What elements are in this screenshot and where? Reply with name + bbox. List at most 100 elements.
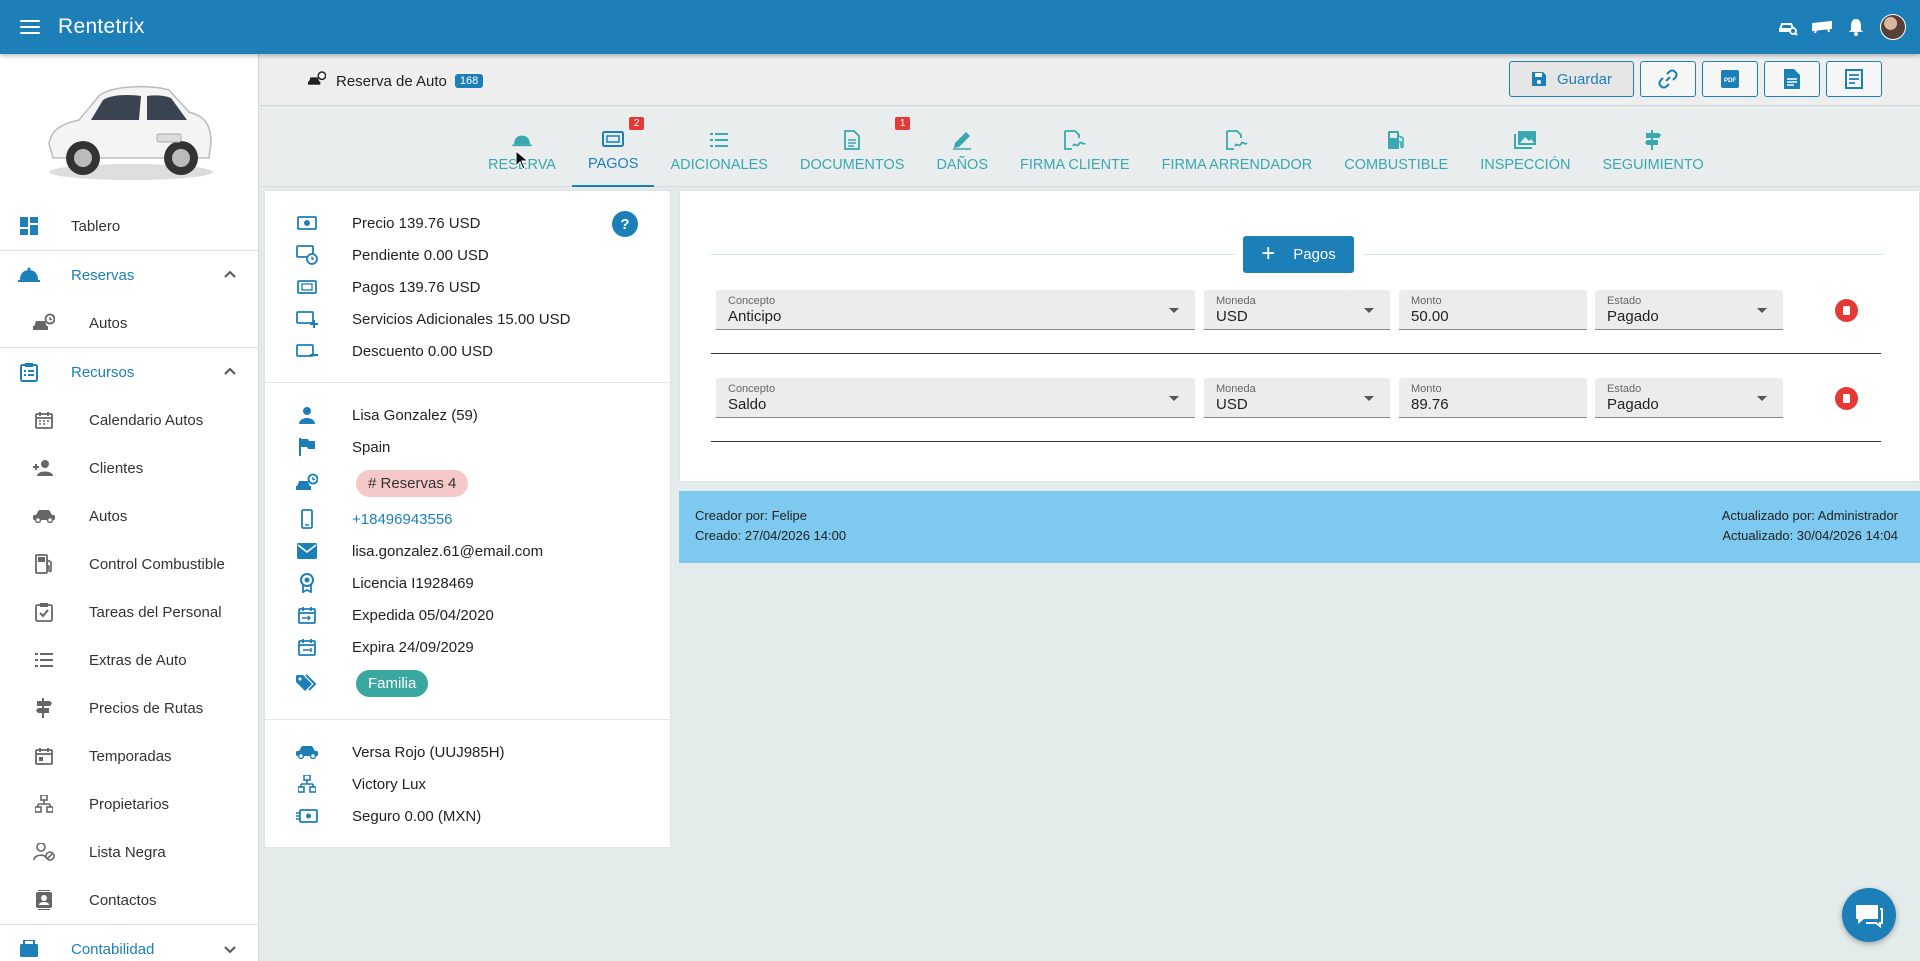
estado-select[interactable]: Estado Pagado (1595, 290, 1783, 330)
moneda-value: USD (1216, 308, 1248, 325)
document-icon (1784, 69, 1800, 89)
sidebar-item-autos-recursos[interactable]: Autos (0, 492, 258, 540)
dropdown-arrow-icon (1169, 396, 1179, 401)
sidebar-item-tablero[interactable]: Tablero (0, 202, 258, 250)
menu-icon[interactable] (20, 20, 40, 34)
sidebar-item-clientes[interactable]: Clientes (0, 444, 258, 492)
chat-button[interactable] (1842, 888, 1896, 942)
reservation-number-badge: 168 (454, 74, 484, 88)
payments-panel: + Pagos Concepto Anticipo Moneda USD Mon… (679, 190, 1920, 482)
tab-documentos[interactable]: 1 DOCUMENTOS (784, 107, 920, 187)
signpost-icon (33, 697, 55, 719)
tab-adicionales[interactable]: ADICIONALES (654, 107, 784, 187)
sidebar-item-label: Autos (89, 507, 128, 525)
pdf-icon: PDF (1721, 70, 1739, 88)
sidebar-group-recursos[interactable]: Recursos (0, 348, 258, 396)
chevron-up-icon (224, 270, 236, 278)
fuel-icon (33, 553, 55, 575)
monto-value: 89.76 (1411, 396, 1449, 413)
estado-select[interactable]: Estado Pagado (1595, 378, 1783, 418)
sidebar-group-reservas[interactable]: Reservas (0, 251, 258, 299)
plane-icon[interactable] (1812, 17, 1832, 37)
vehicle-insurance: Seguro 0.00 (MXN) (352, 807, 482, 825)
sidebar-item-label: Control Combustible (89, 555, 225, 573)
document-button[interactable] (1764, 61, 1820, 97)
estado-label: Estado (1607, 295, 1642, 307)
tab-combustible[interactable]: COMBUSTIBLE (1328, 107, 1464, 187)
money-icon (602, 128, 625, 150)
tab-firma-arrendador[interactable]: FIRMA ARRENDADOR (1146, 107, 1329, 187)
moneda-value: USD (1216, 396, 1248, 413)
sidebar: Tablero Reservas Autos Recursos Calendar… (0, 54, 259, 961)
sidebar-item-lista-negra[interactable]: Lista Negra (0, 828, 258, 876)
signature-icon (1063, 129, 1086, 151)
pdf-button[interactable]: PDF (1702, 61, 1758, 97)
plus-icon: + (1261, 239, 1276, 267)
dropdown-arrow-icon (1757, 308, 1767, 313)
sidebar-group-contabilidad[interactable]: Contabilidad (0, 925, 258, 961)
calendar-start-icon (296, 604, 318, 626)
add-user-icon (33, 457, 55, 479)
delete-icon (1843, 306, 1850, 315)
customer-tag: Familia (356, 669, 429, 697)
estado-label: Estado (1607, 383, 1642, 395)
sidebar-item-control-combustible[interactable]: Control Combustible (0, 540, 258, 588)
sidebar-item-label: Contactos (89, 891, 157, 909)
tab-label: INSPECCIÓN (1480, 157, 1571, 173)
dropdown-arrow-icon (1169, 308, 1179, 313)
delete-payment-button[interactable] (1835, 387, 1858, 410)
moneda-select[interactable]: Moneda USD (1204, 290, 1390, 330)
receipt-button[interactable] (1826, 61, 1882, 97)
calendar-end-icon (296, 636, 318, 658)
sidebar-item-label: Precios de Rutas (89, 699, 204, 717)
sidebar-item-extras-auto[interactable]: Extras de Auto (0, 636, 258, 684)
sidebar-item-contactos[interactable]: Contactos (0, 876, 258, 924)
sidebar-item-calendario-autos[interactable]: Calendario Autos (0, 396, 258, 444)
reservations-count-tag: # Reservas 4 (356, 469, 469, 497)
car-clock-icon (308, 70, 327, 92)
signpost-icon (1642, 129, 1664, 151)
monto-value: 50.00 (1411, 308, 1449, 325)
updated-at: Actualizado: 30/04/2026 14:04 (1722, 528, 1898, 543)
user-avatar[interactable] (1880, 14, 1906, 40)
tab-inspeccion[interactable]: INSPECCIÓN (1464, 107, 1586, 187)
car-icon (33, 505, 55, 527)
help-button[interactable]: ? (612, 211, 638, 237)
sidebar-item-precios-rutas[interactable]: Precios de Rutas (0, 684, 258, 732)
sidebar-item-autos-reservas[interactable]: Autos (0, 299, 258, 347)
money-icon (296, 212, 318, 234)
add-payment-button[interactable]: + Pagos (1243, 236, 1354, 273)
car-clock-icon (33, 312, 55, 334)
phone-icon (296, 508, 318, 530)
customer-country: Spain (352, 438, 391, 456)
car-search-icon[interactable] (1778, 17, 1798, 37)
concepto-select[interactable]: Concepto Anticipo (716, 290, 1195, 330)
tab-seguimiento[interactable]: SEGUIMIENTO (1586, 107, 1719, 187)
customer-phone[interactable]: +18496943556 (352, 511, 453, 528)
concepto-select[interactable]: Concepto Saldo (716, 378, 1195, 418)
customer-license: Licencia I1928469 (352, 574, 474, 592)
save-button[interactable]: Guardar (1509, 61, 1634, 97)
sidebar-item-tareas-personal[interactable]: Tareas del Personal (0, 588, 258, 636)
estado-value: Pagado (1607, 396, 1659, 413)
sidebar-item-propietarios[interactable]: Propietarios (0, 780, 258, 828)
tab-firma-cliente[interactable]: FIRMA CLIENTE (1004, 107, 1146, 187)
tab-pagos[interactable]: 2 PAGOS (571, 107, 655, 187)
moneda-select[interactable]: Moneda USD (1204, 378, 1390, 418)
bell-icon[interactable] (1846, 17, 1866, 37)
tab-danos[interactable]: DAÑOS (920, 107, 1004, 187)
link-button[interactable] (1640, 61, 1696, 97)
sidebar-item-temporadas[interactable]: Temporadas (0, 732, 258, 780)
signature-icon (1226, 129, 1248, 151)
created-at: Creado: 27/04/2026 14:00 (695, 528, 847, 543)
tab-reserva[interactable]: RESERVA (472, 107, 572, 187)
sidebar-item-label: Lista Negra (89, 843, 166, 861)
pending-text: Pendiente 0.00 USD (352, 246, 489, 264)
monto-input[interactable]: Monto 89.76 (1399, 378, 1587, 418)
sidebar-item-label: Tablero (71, 217, 121, 235)
monto-input[interactable]: Monto 50.00 (1399, 290, 1587, 330)
car-clock-icon (296, 472, 318, 494)
flag-icon (296, 436, 318, 458)
sidebar-item-label: Propietarios (89, 795, 170, 813)
delete-payment-button[interactable] (1835, 299, 1858, 322)
